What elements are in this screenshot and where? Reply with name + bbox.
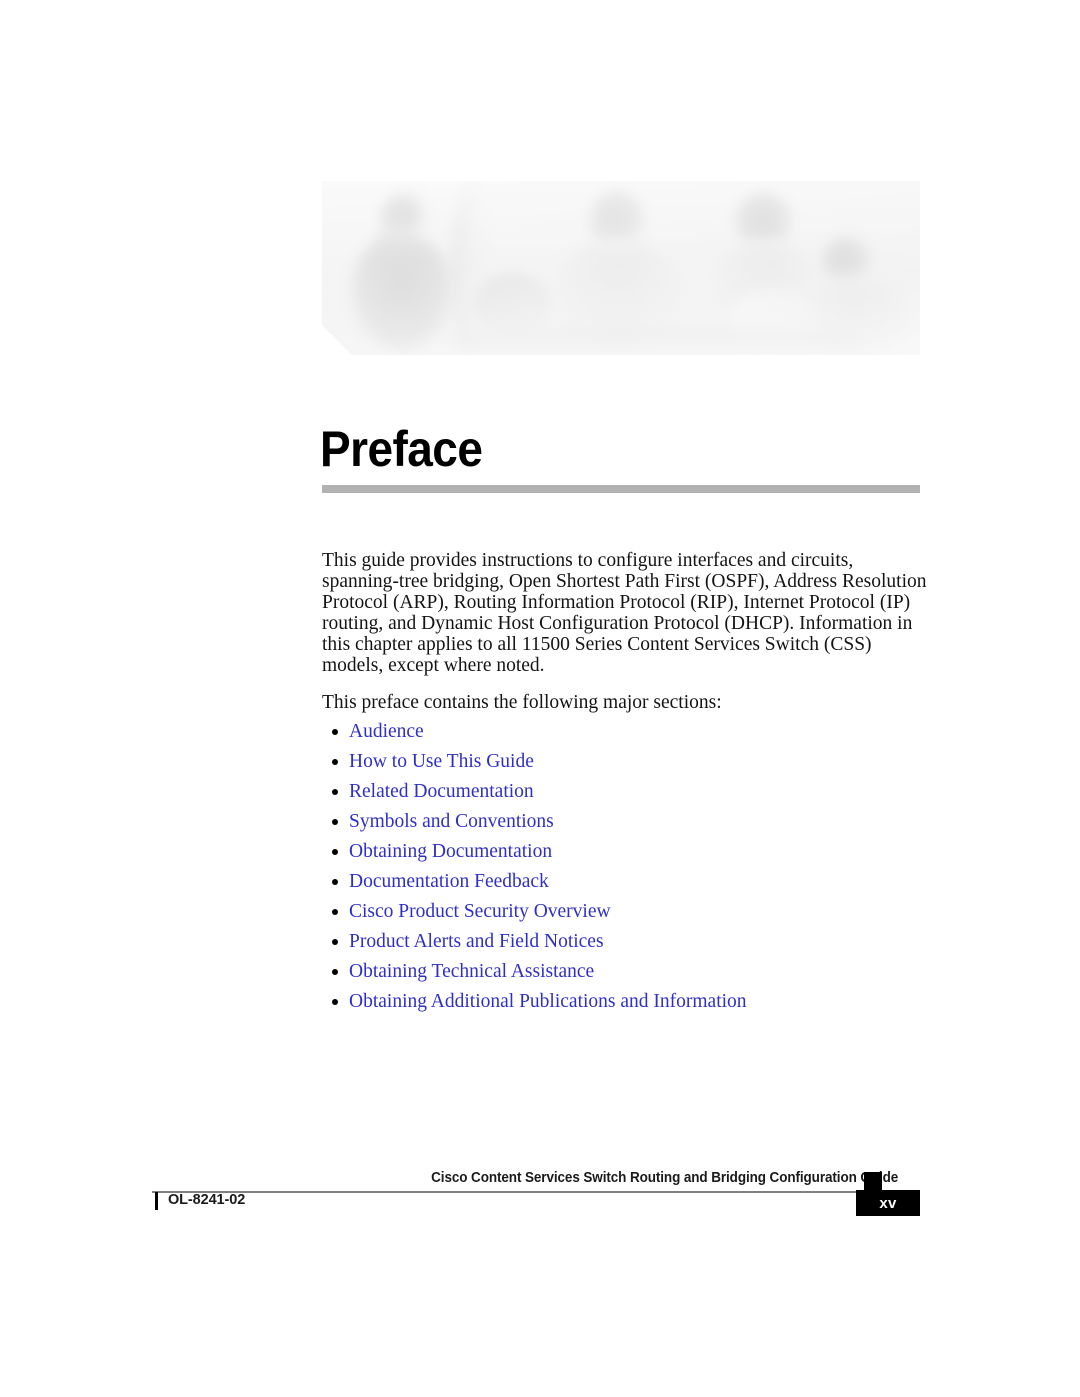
bullet-icon [332, 909, 338, 915]
bullet-icon [332, 849, 338, 855]
footer-tick-mark [155, 1192, 158, 1210]
list-item: Obtaining Technical Assistance [322, 961, 942, 991]
footer-divider [152, 1191, 905, 1193]
section-link-symbols-and-conventions[interactable]: Symbols and Conventions [349, 811, 554, 832]
preface-sections-list: Audience How to Use This Guide Related D… [322, 721, 942, 1021]
page-number: xv [856, 1190, 920, 1216]
page-title: Preface [320, 421, 483, 477]
section-link-how-to-use-this-guide[interactable]: How to Use This Guide [349, 751, 534, 772]
footer-marker-square [864, 1172, 882, 1190]
section-link-audience[interactable]: Audience [349, 721, 424, 742]
section-link-obtaining-documentation[interactable]: Obtaining Documentation [349, 841, 552, 862]
banner-fade-overlay [322, 181, 920, 355]
title-divider [322, 485, 920, 493]
bullet-icon [332, 879, 338, 885]
section-link-documentation-feedback[interactable]: Documentation Feedback [349, 871, 549, 892]
document-page: Preface This guide provides instructions… [0, 0, 1080, 1397]
section-link-cisco-product-security-overview[interactable]: Cisco Product Security Overview [349, 901, 611, 922]
bullet-icon [332, 969, 338, 975]
footer-document-id: OL-8241-02 [168, 1192, 246, 1208]
list-item: How to Use This Guide [322, 751, 942, 781]
list-item: Audience [322, 721, 942, 751]
bullet-icon [332, 729, 338, 735]
list-item: Documentation Feedback [322, 871, 942, 901]
intro-text: This guide provides instructions to conf… [322, 550, 927, 676]
bullet-icon [332, 759, 338, 765]
footer-guide-title: Cisco Content Services Switch Routing an… [431, 1170, 898, 1186]
list-item: Cisco Product Security Overview [322, 901, 942, 931]
cisco-people-banner-photo [322, 181, 920, 355]
sections-lead-in: This preface contains the following majo… [322, 692, 722, 713]
bullet-icon [332, 939, 338, 945]
intro-paragraph: This guide provides instructions to conf… [322, 550, 934, 676]
list-item: Obtaining Documentation [322, 841, 942, 871]
list-item: Product Alerts and Field Notices [322, 931, 942, 961]
bullet-icon [332, 819, 338, 825]
list-item: Related Documentation [322, 781, 942, 811]
bullet-icon [332, 999, 338, 1005]
list-item: Symbols and Conventions [322, 811, 942, 841]
bullet-icon [332, 789, 338, 795]
section-link-obtaining-technical-assistance[interactable]: Obtaining Technical Assistance [349, 961, 594, 982]
list-item: Obtaining Additional Publications and In… [322, 991, 942, 1021]
section-link-product-alerts-and-field-notices[interactable]: Product Alerts and Field Notices [349, 931, 604, 952]
section-link-related-documentation[interactable]: Related Documentation [349, 781, 534, 802]
section-link-obtaining-additional-publications-and-information[interactable]: Obtaining Additional Publications and In… [349, 991, 747, 1012]
